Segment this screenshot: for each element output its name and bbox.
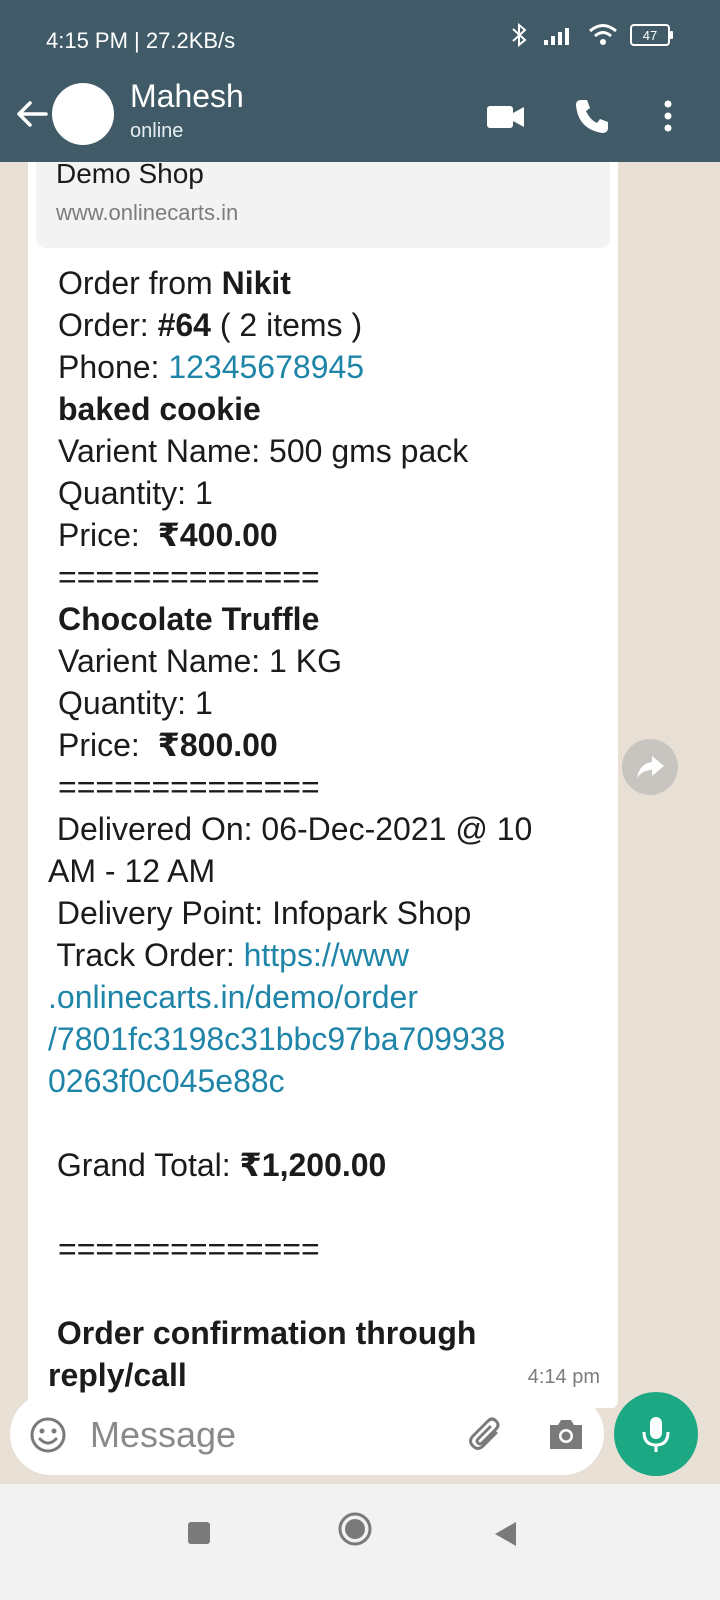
confirmation-line: Order confirmation through xyxy=(48,1315,477,1351)
back-icon[interactable] xyxy=(492,1520,518,1548)
mic-icon xyxy=(642,1417,670,1452)
mic-button[interactable] xyxy=(614,1392,698,1476)
track-link[interactable]: .onlinecarts.in/demo/order xyxy=(48,976,604,1018)
bluetooth-icon xyxy=(512,22,527,48)
wifi-icon xyxy=(589,24,617,45)
link-preview-url: www.onlinecarts.in xyxy=(56,200,239,225)
back-arrow-icon[interactable] xyxy=(12,94,52,134)
order-number: #64 xyxy=(157,307,211,343)
customer-name: Nikit xyxy=(221,265,291,301)
confirmation-line: reply/call xyxy=(48,1357,187,1393)
message-time: 4:14 pm xyxy=(527,1366,600,1388)
track-link[interactable]: https://www xyxy=(244,937,409,973)
grand-total-label: Grand Total: xyxy=(48,1147,240,1183)
phone-label: Phone: xyxy=(58,349,169,385)
emoji-icon[interactable] xyxy=(28,1415,68,1455)
item1-price: ₹400.00 xyxy=(157,517,278,553)
delivered-on: Delivered On: 06-Dec-2021 @ 10 xyxy=(48,811,533,847)
status-bar: 4:15 PM | 27.2KB/s 47 xyxy=(0,0,720,80)
more-options-icon[interactable] xyxy=(648,96,688,136)
message-input[interactable] xyxy=(88,1409,452,1461)
phone-call-icon[interactable] xyxy=(572,96,612,136)
message-text: Order from Nikit Order: #64 ( 2 items ) … xyxy=(48,262,604,1396)
delivery-point: Delivery Point: Infopark Shop xyxy=(48,895,472,931)
attach-icon[interactable] xyxy=(466,1415,506,1455)
item1-variant: Varient Name: 500 gms pack xyxy=(58,433,469,469)
item2-quantity: Quantity: 1 xyxy=(58,685,213,721)
system-nav-bar xyxy=(0,1484,720,1600)
forward-button[interactable] xyxy=(622,739,678,795)
separator: ============== xyxy=(58,1231,320,1267)
item2-name: Chocolate Truffle xyxy=(58,601,320,637)
recent-apps-icon[interactable] xyxy=(186,1520,212,1546)
track-label: Track Order: xyxy=(48,937,244,973)
link-preview-title: Demo Shop xyxy=(56,162,204,189)
chat-area[interactable]: Demo Shop www.onlinecarts.in Order from … xyxy=(0,162,720,1408)
order-prefix: Order from xyxy=(58,265,222,301)
avatar[interactable] xyxy=(52,83,114,145)
signal-icon xyxy=(544,28,569,45)
item1-price-label: Price: xyxy=(58,517,158,553)
order-label: Order: xyxy=(58,307,158,343)
contact-name[interactable]: Mahesh xyxy=(130,78,244,115)
battery-level: 47 xyxy=(642,27,658,43)
item2-price: ₹800.00 xyxy=(157,727,278,763)
track-link[interactable]: 0263f0c045e88c xyxy=(48,1060,604,1102)
phone-link[interactable]: 12345678945 xyxy=(168,349,364,385)
status-time: 4:15 PM | 27.2KB/s xyxy=(46,28,236,53)
status-icons: 47 xyxy=(508,22,673,48)
separator: ============== xyxy=(58,559,320,595)
grand-total: ₹1,200.00 xyxy=(239,1147,387,1183)
delivered-time: AM - 12 AM xyxy=(48,853,216,889)
message-input-bar xyxy=(10,1393,604,1475)
message-bubble[interactable]: Demo Shop www.onlinecarts.in Order from … xyxy=(28,162,618,1408)
forward-icon xyxy=(637,756,664,778)
track-link[interactable]: /7801fc3198c31bbc97ba709938 xyxy=(48,1018,604,1060)
item2-variant: Varient Name: 1 KG xyxy=(58,643,342,679)
link-preview[interactable]: Demo Shop www.onlinecarts.in xyxy=(36,162,610,248)
contact-status: online xyxy=(130,120,184,142)
item1-name: baked cookie xyxy=(58,391,261,427)
separator: ============== xyxy=(58,769,320,805)
battery-icon: 47 xyxy=(630,24,673,46)
order-items: ( 2 items ) xyxy=(210,307,363,343)
chat-header: Mahesh online xyxy=(0,78,720,162)
video-call-icon[interactable] xyxy=(486,96,526,136)
home-icon[interactable] xyxy=(336,1510,374,1548)
item2-price-label: Price: xyxy=(58,727,158,763)
camera-icon[interactable] xyxy=(544,1413,588,1457)
item1-quantity: Quantity: 1 xyxy=(58,475,213,511)
